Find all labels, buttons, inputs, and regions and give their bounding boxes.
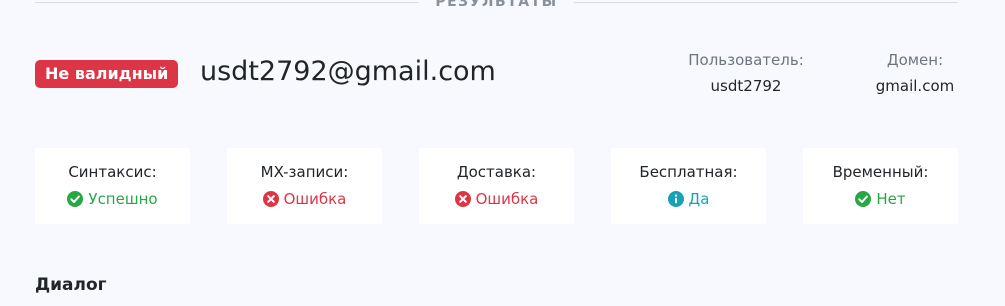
check-status-text: Да [688,190,710,208]
check-circle-icon [855,191,872,207]
check-status-text: Успешно [88,190,158,208]
check-card-delivery: Доставка: Ошибка [419,148,574,224]
domain-value: gmail.com [875,77,955,95]
user-info: Пользователь: usdt2792 [680,50,812,96]
invalid-status-badge: Не валидный [35,60,179,88]
check-status: Ошибка [419,189,574,209]
check-status: Успешно [35,189,190,209]
info-circle-icon [667,191,684,207]
check-label: Бесплатная: [639,163,738,181]
user-value: usdt2792 [710,77,782,95]
heading-divider-right [573,1,958,3]
check-status-text: Ошибка [475,190,539,208]
check-card-syntax: Синтаксис: Успешно [35,148,190,224]
check-circle-icon [67,191,84,207]
results-section-heading: РЕЗУЛЬТАТЫ [35,0,958,13]
check-label: Временный: [832,163,929,181]
results-heading-text: РЕЗУЛЬТАТЫ [435,0,558,10]
check-card-temporary: Временный: Нет [803,148,958,224]
times-circle-icon [262,191,279,207]
domain-label: Домен: [886,51,944,69]
check-label: MX-записи: [260,163,349,181]
check-label: Доставка: [456,163,537,181]
check-card-mx-records: MX-записи: Ошибка [227,148,382,224]
check-status: Ошибка [227,189,382,209]
domain-info: Домен: gmail.com [860,50,970,96]
check-status: Нет [803,189,958,209]
dialog-section-title: Диалог [35,275,107,295]
user-label: Пользователь: [688,51,804,69]
check-status-text: Нет [876,190,906,208]
heading-divider-left [35,1,420,3]
times-circle-icon [454,191,471,207]
check-status: Да [611,189,766,209]
check-status-text: Ошибка [283,190,347,208]
check-label: Синтаксис: [68,163,157,181]
check-card-free: Бесплатная: Да [611,148,766,224]
checked-email-address: usdt2792@gmail.com [200,56,496,87]
